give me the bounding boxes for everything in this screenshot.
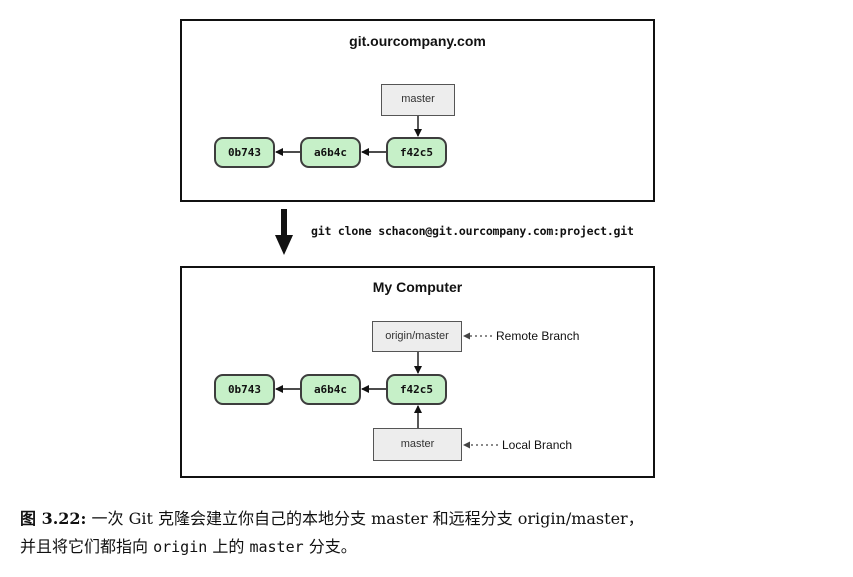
caption-text-4: 分支。 bbox=[303, 537, 357, 556]
caption-line-2: 并且将它们都指向 origin 上的 master 分支。 bbox=[20, 533, 845, 561]
caption-text-1: 一次 Git 克隆会建立你自己的本地分支 master 和远程分支 origin… bbox=[86, 509, 644, 528]
caption-text-3: 上的 bbox=[207, 537, 250, 556]
clone-arrow bbox=[275, 209, 293, 255]
caption-code-master: master bbox=[249, 538, 304, 556]
caption-code-origin: origin bbox=[153, 538, 208, 556]
caption-line-1: 图 3.22: 一次 Git 克隆会建立你自己的本地分支 master 和远程分… bbox=[20, 505, 845, 533]
arrows-layer bbox=[275, 116, 498, 449]
caption-text-2: 并且将它们都指向 bbox=[20, 537, 154, 556]
caption-label: 图 3.22: bbox=[20, 509, 87, 528]
figure-caption: 图 3.22: 一次 Git 克隆会建立你自己的本地分支 master 和远程分… bbox=[20, 505, 845, 561]
